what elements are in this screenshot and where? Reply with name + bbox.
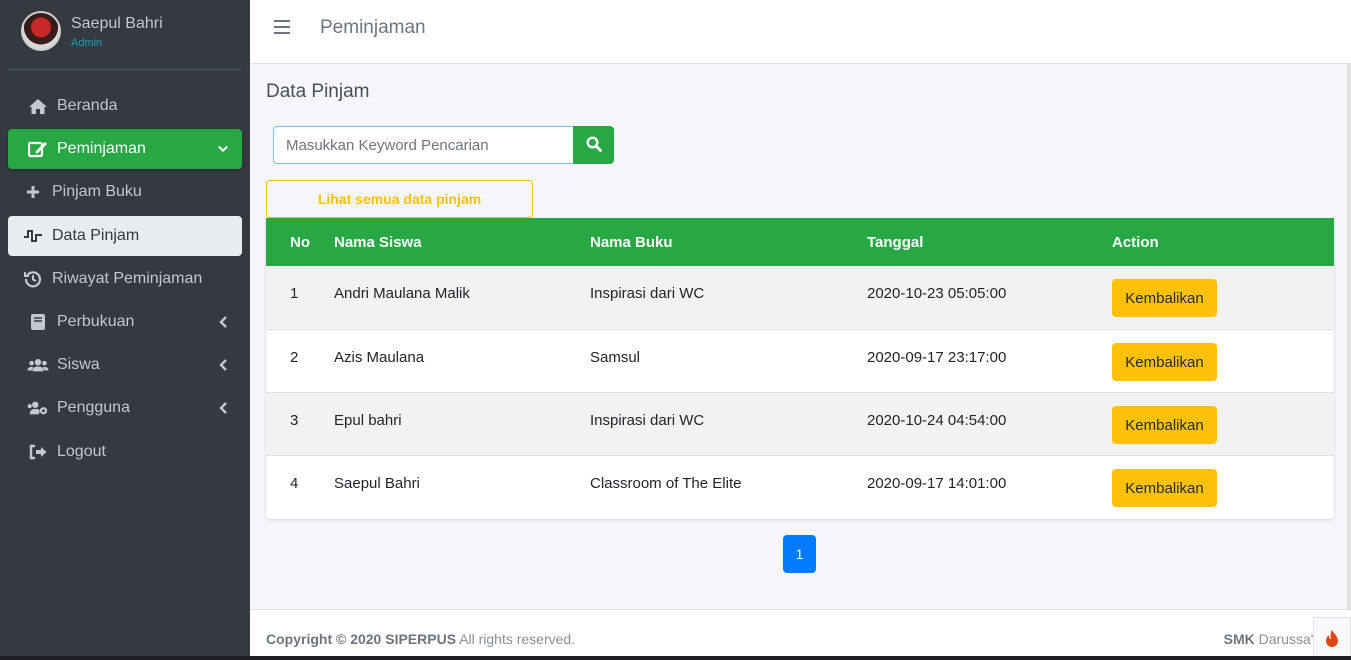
sidebar-item-logout[interactable]: Logout xyxy=(8,432,242,472)
flame-icon[interactable] xyxy=(1313,617,1351,660)
search-input[interactable] xyxy=(273,126,573,164)
cell-nama-siswa: Saepul Bahri xyxy=(334,475,420,492)
cell-tanggal: 2020-10-23 05:05:00 xyxy=(867,285,1007,302)
cell-nama-buku: Inspirasi dari WC xyxy=(590,285,705,302)
cell-tanggal: 2020-10-24 04:54:00 xyxy=(867,412,1007,429)
cell-nama-siswa: Andri Maulana Malik xyxy=(334,285,470,302)
footer: Copyright © 2020 SIPERPUS All rights res… xyxy=(250,609,1351,660)
sidebar-item-label: Logout xyxy=(57,443,106,460)
kembalikan-button[interactable]: Kembalikan xyxy=(1112,469,1217,507)
cell-nama-buku: Samsul xyxy=(590,349,641,366)
home-icon xyxy=(27,98,49,115)
search-icon xyxy=(585,135,602,155)
sidebar-item-label: Siswa xyxy=(57,356,100,373)
sidebar-item-perbukuan[interactable]: Perbukuan xyxy=(8,302,242,342)
cell-nama-siswa: Epul bahri xyxy=(334,412,402,429)
school-bold: SMK xyxy=(1223,631,1255,647)
sidebar-item-siswa[interactable]: Siswa xyxy=(8,345,242,385)
sidebar-item-peminjaman[interactable]: Peminjaman xyxy=(8,129,242,169)
page-title: Data Pinjam xyxy=(266,81,370,102)
book-icon xyxy=(27,313,49,331)
user-panel: Saepul Bahri Admin xyxy=(8,0,242,70)
sidebar-item-beranda[interactable]: Beranda xyxy=(8,86,242,126)
chevron-left-icon xyxy=(218,316,228,328)
user-name[interactable]: Saepul Bahri xyxy=(71,15,163,33)
user-role: Admin xyxy=(71,37,103,49)
pagination-page-1[interactable]: 1 xyxy=(783,535,816,573)
sidebar-item-label: Riwayat Peminjaman xyxy=(52,270,203,287)
sidebar-item-label: Pengguna xyxy=(57,399,130,416)
chevron-down-icon xyxy=(218,145,228,153)
edit-icon xyxy=(27,140,49,158)
show-all-button[interactable]: Lihat semua data pinjam xyxy=(266,180,533,218)
pulse-icon xyxy=(22,229,44,243)
table-row: 2 Azis Maulana Samsul 2020-09-17 23:17:0… xyxy=(266,329,1334,392)
column-header: Action xyxy=(1112,234,1159,251)
sidebar-item-label: Perbukuan xyxy=(57,313,135,330)
cell-no: 3 xyxy=(290,412,299,429)
bottom-bar xyxy=(0,656,1351,660)
search-form xyxy=(273,126,614,164)
plus-icon xyxy=(22,185,44,199)
sidebar-item-label: Beranda xyxy=(57,97,118,114)
copyright-rest: All rights reserved. xyxy=(456,631,576,647)
cell-no: 4 xyxy=(290,475,299,492)
table-row: 1 Andri Maulana Malik Inspirasi dari WC … xyxy=(266,266,1334,329)
cell-no: 2 xyxy=(290,349,299,366)
column-header: Nama Buku xyxy=(590,234,673,251)
users-cog-icon xyxy=(27,400,49,416)
search-button[interactable] xyxy=(573,126,614,164)
sidebar-item-pinjam-buku[interactable]: Pinjam Buku xyxy=(8,172,242,212)
chevron-left-icon xyxy=(218,359,228,371)
table-header: No Nama Siswa Nama Buku Tanggal Action xyxy=(266,218,1334,266)
sidebar: Saepul Bahri Admin Beranda Peminjaman Pi… xyxy=(0,0,250,660)
history-icon xyxy=(22,270,44,288)
top-navbar: Peminjaman xyxy=(250,0,1351,64)
table-row: 3 Epul bahri Inspirasi dari WC 2020-10-2… xyxy=(266,392,1334,455)
copyright-bold[interactable]: Copyright © 2020 SIPERPUS xyxy=(266,631,456,647)
sidebar-item-label: Pinjam Buku xyxy=(52,183,142,200)
sidebar-item-label: Peminjaman xyxy=(57,140,146,157)
column-header: No xyxy=(290,234,310,251)
column-header: Nama Siswa xyxy=(334,234,422,251)
scrollbar[interactable] xyxy=(1347,64,1351,609)
data-table: No Nama Siswa Nama Buku Tanggal Action 1… xyxy=(266,218,1334,519)
avatar[interactable] xyxy=(21,11,61,51)
users-icon xyxy=(27,357,49,373)
sidebar-item-label: Data Pinjam xyxy=(52,227,140,244)
column-header: Tanggal xyxy=(867,234,924,251)
sidebar-item-pengguna[interactable]: Pengguna xyxy=(8,388,242,428)
cell-tanggal: 2020-09-17 23:17:00 xyxy=(867,349,1007,366)
table-row: 4 Saepul Bahri Classroom of The Elite 20… xyxy=(266,455,1334,518)
hamburger-menu-icon[interactable] xyxy=(274,20,290,34)
kembalikan-button[interactable]: Kembalikan xyxy=(1112,343,1217,381)
cell-tanggal: 2020-09-17 14:01:00 xyxy=(867,475,1007,492)
sidebar-item-riwayat-peminjaman[interactable]: Riwayat Peminjaman xyxy=(8,259,242,299)
kembalikan-button[interactable]: Kembalikan xyxy=(1112,406,1217,444)
cell-nama-buku: Classroom of The Elite xyxy=(590,475,742,492)
sidebar-item-data-pinjam[interactable]: Data Pinjam xyxy=(8,216,242,256)
sign-out-icon xyxy=(27,444,49,460)
footer-copyright: Copyright © 2020 SIPERPUS All rights res… xyxy=(266,631,575,647)
kembalikan-button[interactable]: Kembalikan xyxy=(1112,279,1217,317)
cell-nama-buku: Inspirasi dari WC xyxy=(590,412,705,429)
cell-no: 1 xyxy=(290,285,299,302)
cell-nama-siswa: Azis Maulana xyxy=(334,349,425,366)
header-title[interactable]: Peminjaman xyxy=(320,17,426,39)
chevron-left-icon xyxy=(218,402,228,414)
